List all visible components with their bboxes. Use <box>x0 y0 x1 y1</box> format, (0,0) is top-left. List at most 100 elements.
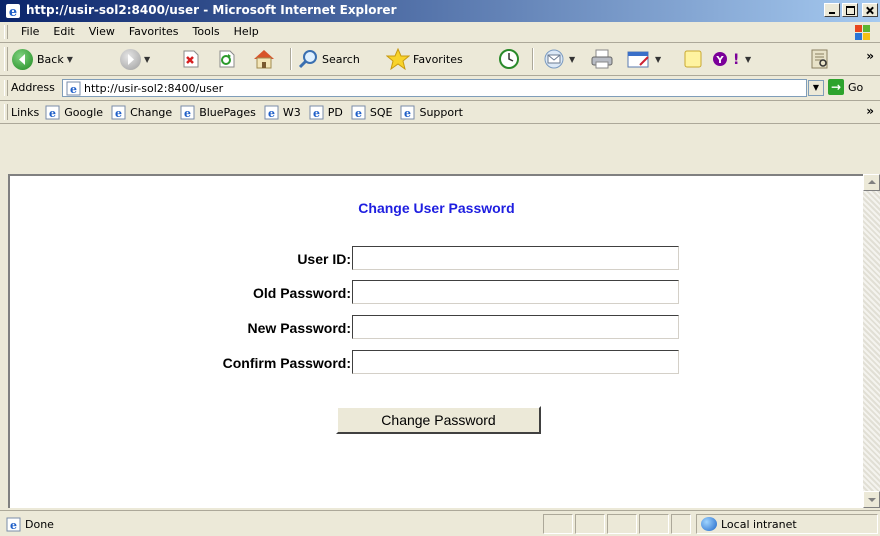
scroll-up-button[interactable] <box>863 174 880 191</box>
address-bar: Address e http://usir-sol2:8400/user ▼ →… <box>0 76 880 101</box>
favorites-button[interactable]: Favorites <box>386 47 463 71</box>
menu-file[interactable]: File <box>14 25 46 38</box>
print-button[interactable] <box>590 47 614 71</box>
forward-arrow-icon <box>120 48 141 70</box>
minimize-button[interactable] <box>824 3 840 17</box>
svg-text:e: e <box>355 107 362 120</box>
back-dropdown-icon[interactable]: ▼ <box>67 55 73 64</box>
link-label: Google <box>64 106 104 119</box>
user-id-label: User ID: <box>297 251 351 267</box>
link-label: BluePages <box>199 106 256 119</box>
menu-tools[interactable]: Tools <box>186 25 227 38</box>
user-id-input[interactable] <box>352 246 679 270</box>
back-button[interactable]: Back ▼ <box>12 47 73 71</box>
status-pane <box>671 514 691 534</box>
link-support[interactable]: e Support <box>400 105 463 120</box>
mail-dropdown-icon[interactable]: ▼ <box>569 55 575 64</box>
standard-toolbar: Back ▼ ▼ Search Favorites ▼ ▼ Y ! ▼ » <box>0 43 880 76</box>
home-icon <box>254 50 274 69</box>
windows-logo-icon <box>855 25 870 40</box>
status-pane <box>543 514 573 534</box>
window-title: http://usir-sol2:8400/user - Microsoft I… <box>26 3 397 17</box>
ie-page-icon: e <box>400 105 415 120</box>
svg-text:Y: Y <box>715 55 724 66</box>
stop-button[interactable] <box>180 47 200 71</box>
security-zone[interactable]: Local intranet <box>696 514 878 534</box>
scroll-down-button[interactable] <box>863 491 880 508</box>
address-input[interactable]: e http://usir-sol2:8400/user <box>62 79 807 97</box>
history-button[interactable] <box>498 47 520 71</box>
address-dropdown-icon[interactable]: ▼ <box>808 80 824 96</box>
link-google[interactable]: e Google <box>45 105 103 120</box>
link-pd[interactable]: e PD <box>309 105 343 120</box>
status-text: Done <box>25 518 54 531</box>
menu-grip[interactable] <box>4 25 8 39</box>
go-button[interactable]: → Go <box>828 79 863 95</box>
stop-icon <box>183 50 199 68</box>
menu-help[interactable]: Help <box>227 25 266 38</box>
forward-dropdown-icon[interactable]: ▼ <box>144 55 150 64</box>
page-viewport: Change User Password User ID: Old Passwo… <box>8 174 863 508</box>
favorites-label: Favorites <box>413 52 463 66</box>
old-password-label: Old Password: <box>252 285 351 301</box>
note-icon <box>684 50 702 68</box>
favorites-star-icon <box>386 48 410 70</box>
link-w3[interactable]: e W3 <box>264 105 301 120</box>
ie-page-icon: e <box>351 105 366 120</box>
ie-page-icon: e <box>264 105 279 120</box>
research-button[interactable] <box>808 47 832 71</box>
refresh-button[interactable] <box>216 47 236 71</box>
mail-button[interactable]: ▼ <box>542 47 575 71</box>
links-grip[interactable] <box>4 104 8 120</box>
menu-edit[interactable]: Edit <box>46 25 81 38</box>
title-bar[interactable]: e http://usir-sol2:8400/user - Microsoft… <box>0 0 880 22</box>
home-button[interactable] <box>252 47 276 71</box>
address-grip[interactable] <box>4 80 8 96</box>
local-intranet-icon <box>701 517 717 531</box>
link-bluepages[interactable]: e BluePages <box>180 105 256 120</box>
forward-button[interactable]: ▼ <box>120 47 150 71</box>
links-overflow-icon[interactable]: » <box>866 104 874 118</box>
old-password-row: Old Password: <box>10 280 863 306</box>
toolbar-grip[interactable] <box>4 47 8 71</box>
yahoo-button[interactable]: Y ! ▼ <box>712 47 751 71</box>
search-button[interactable]: Search <box>297 47 360 71</box>
svg-text:e: e <box>184 107 191 120</box>
ie-page-icon: e <box>309 105 324 120</box>
discuss-button[interactable] <box>682 47 704 71</box>
search-icon <box>298 50 317 69</box>
new-password-input[interactable] <box>352 315 679 339</box>
edit-dropdown-icon[interactable]: ▼ <box>655 55 661 64</box>
vertical-scrollbar[interactable] <box>863 174 880 508</box>
menu-favorites[interactable]: Favorites <box>122 25 186 38</box>
change-password-button[interactable]: Change Password <box>336 406 541 434</box>
confirm-password-label: Confirm Password: <box>222 355 351 371</box>
new-password-row: New Password: <box>10 315 863 341</box>
svg-text:e: e <box>49 107 56 120</box>
link-change[interactable]: e Change <box>111 105 172 120</box>
status-pane <box>607 514 637 534</box>
edit-button[interactable]: ▼ <box>626 47 661 71</box>
ie-logo-icon: e <box>6 4 20 19</box>
svg-text:e: e <box>313 107 320 120</box>
ie-page-icon: e <box>66 81 81 96</box>
print-icon <box>591 49 613 69</box>
svg-text:e: e <box>404 107 411 120</box>
status-pane <box>639 514 669 534</box>
yahoo-dropdown-icon[interactable]: ▼ <box>745 55 751 64</box>
ie-page-icon: e <box>180 105 195 120</box>
page-body: Change User Password User ID: Old Passwo… <box>10 176 863 510</box>
confirm-password-input[interactable] <box>352 350 679 374</box>
back-label: Back <box>37 52 64 66</box>
old-password-input[interactable] <box>352 280 679 304</box>
link-label: Support <box>419 106 463 119</box>
toolbar-overflow-icon[interactable]: » <box>866 49 874 63</box>
link-label: W3 <box>282 106 301 119</box>
link-label: Change <box>130 106 173 119</box>
menu-view[interactable]: View <box>82 25 122 38</box>
address-label: Address <box>11 81 55 94</box>
new-password-label: New Password: <box>247 320 351 336</box>
close-button[interactable] <box>862 3 878 17</box>
link-sqe[interactable]: e SQE <box>351 105 392 120</box>
maximize-button[interactable] <box>842 3 858 17</box>
